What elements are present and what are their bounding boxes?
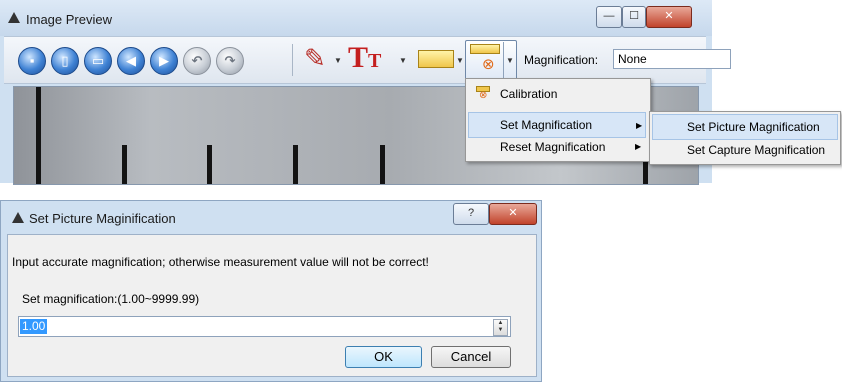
menu-item-reset-magnification[interactable]: Reset Magnification ▶: [468, 134, 646, 160]
ruler-mark: [36, 87, 41, 184]
menu-item-calibration[interactable]: ⊗ Calibration: [468, 81, 646, 107]
toolbar: ▪ ▯ ▭ ◀ ▶ ↶ ↷ ✎ ▼ TT ▼ ▼ ⊗ ▼ Magnificati…: [4, 36, 731, 84]
spin-buttons[interactable]: ▲ ▼: [493, 319, 508, 336]
magnification-menu: ⊗ Calibration Set Magnification ▶ Reset …: [465, 78, 651, 162]
open-button[interactable]: ▯: [51, 47, 79, 75]
save-button[interactable]: ▪: [18, 47, 46, 75]
floppy-icon: ▪: [29, 53, 35, 68]
magnification-field[interactable]: None: [613, 49, 731, 69]
minimize-button[interactable]: —: [596, 6, 622, 28]
redo-icon: ↷: [224, 53, 236, 68]
ruler-mark: [122, 145, 127, 184]
magnification-tool-button[interactable]: ⊗ ▼: [465, 40, 517, 80]
menu-item-label: Calibration: [500, 87, 558, 101]
ruler-mark: [380, 145, 385, 184]
app-icon: [8, 12, 20, 23]
text-tool-icon[interactable]: TT: [348, 43, 381, 76]
redo-button[interactable]: ↷: [216, 47, 244, 75]
help-button[interactable]: ?: [453, 203, 489, 225]
dialog-title: Set Picture Maginification: [29, 211, 176, 226]
copy-icon: ▭: [91, 53, 105, 68]
pencil-icon[interactable]: ✎: [304, 44, 326, 72]
menu-item-set-capture-magnification[interactable]: Set Capture Magnification: [652, 137, 838, 163]
ruler-mark: [207, 145, 212, 184]
magnification-input[interactable]: 1.00 ▲ ▼: [18, 316, 511, 337]
ok-button[interactable]: OK: [345, 346, 422, 368]
maximize-button[interactable]: ☐: [622, 6, 646, 28]
title-bar: Image Preview — ☐ ✕: [0, 0, 712, 36]
close-button[interactable]: ✕: [646, 6, 692, 28]
dialog-close-button[interactable]: ✕: [489, 203, 537, 225]
set-picture-magnification-dialog: Set Picture Maginification ? ✕ Input acc…: [0, 200, 542, 382]
menu-item-label: Reset Magnification: [500, 140, 606, 154]
magnifier-icon: ⊗: [482, 56, 495, 73]
app-icon: [12, 212, 24, 223]
undo-icon: ↶: [191, 53, 203, 68]
previous-button[interactable]: ◀: [117, 47, 145, 75]
copy-button[interactable]: ▭: [84, 47, 112, 75]
cancel-button[interactable]: Cancel: [431, 346, 511, 368]
ruler-tool-icon[interactable]: [418, 50, 454, 68]
window-title: Image Preview: [26, 12, 112, 27]
spin-up-icon[interactable]: ▲: [494, 320, 507, 327]
ruler-icon: [470, 44, 500, 54]
ruler-mark: [293, 145, 298, 184]
text-dropdown-arrow[interactable]: ▼: [399, 56, 407, 65]
submenu-arrow-icon: ▶: [635, 142, 642, 151]
arrow-right-icon: ▶: [159, 53, 169, 68]
warning-text: Input accurate magnification; otherwise …: [12, 255, 429, 269]
toolbar-separator: [292, 44, 293, 76]
range-label: Set magnification:(1.00~9999.99): [22, 292, 200, 306]
magnification-dropdown-arrow[interactable]: ▼: [506, 56, 514, 65]
undo-button[interactable]: ↶: [183, 47, 211, 75]
document-icon: ▯: [61, 53, 69, 68]
spin-down-icon[interactable]: ▼: [494, 327, 507, 334]
ruler-dropdown-arrow[interactable]: ▼: [456, 56, 464, 65]
pencil-dropdown-arrow[interactable]: ▼: [334, 56, 342, 65]
menu-item-label: Set Capture Magnification: [687, 143, 826, 157]
next-button[interactable]: ▶: [150, 47, 178, 75]
magnifier-small-icon: ⊗: [479, 90, 488, 101]
magnification-value: 1.00: [20, 319, 48, 334]
magnification-label: Magnification:: [524, 53, 599, 67]
arrow-left-icon: ◀: [126, 53, 136, 68]
set-magnification-submenu: Set Picture Magnification Set Capture Ma…: [649, 111, 841, 165]
